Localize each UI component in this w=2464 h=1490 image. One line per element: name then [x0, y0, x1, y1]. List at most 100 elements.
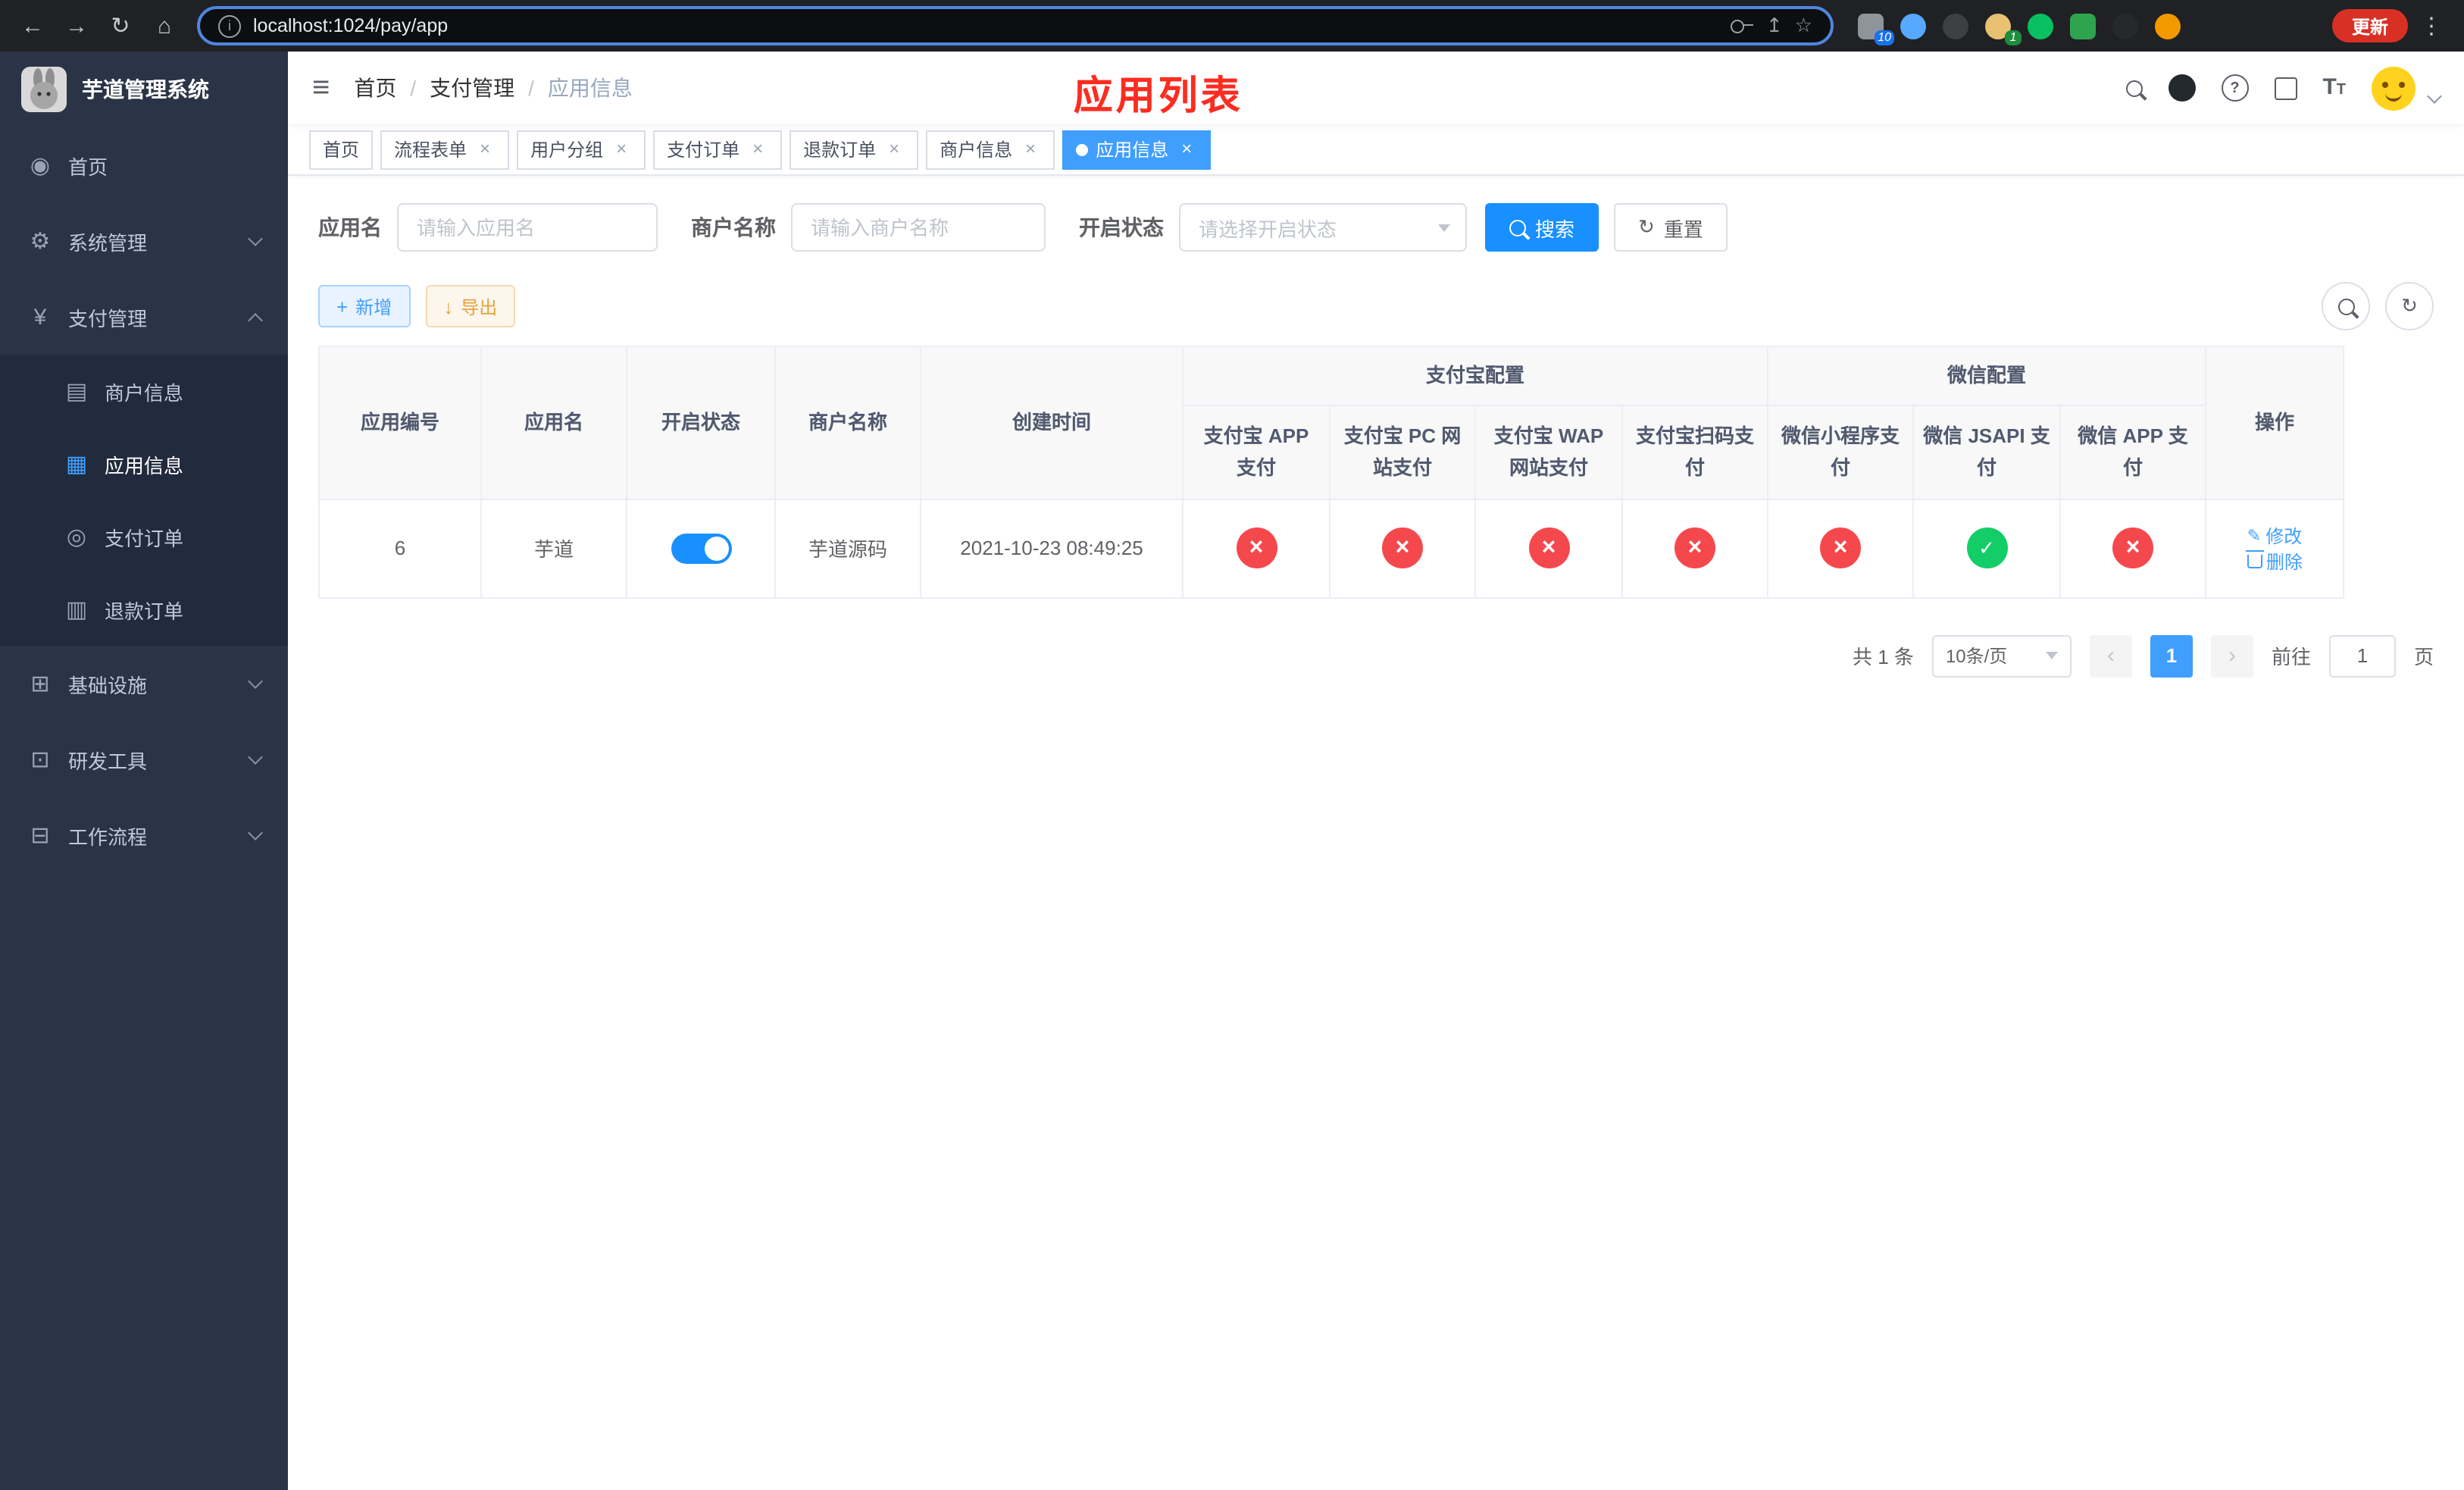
share-icon[interactable]: ↥	[1766, 14, 1783, 38]
extensions-area: 10 1	[1858, 13, 2181, 45]
reset-button-label: 重置	[1663, 218, 1703, 240]
page-size-select[interactable]: 10条/页	[1931, 634, 2072, 678]
cell-alipay-wap	[1474, 498, 1623, 599]
sidebar-item-pay-order[interactable]: ◎ 支付订单	[0, 500, 288, 573]
fullscreen-icon[interactable]	[2274, 77, 2297, 99]
delete-button[interactable]: 删除	[2245, 549, 2303, 574]
group-header-alipay: 支付宝配置	[1181, 346, 1769, 406]
sidebar-item-refund-order[interactable]: ▥ 退款订单	[0, 573, 288, 646]
refresh-icon: ↻	[1638, 215, 1655, 238]
sidebar-menu: ◉ 首页 ⚙ 系统管理 ¥ 支付管理 ▤ 商户信息 ▦ 应用信息 ◎ 支付订单 …	[0, 127, 288, 873]
back-icon[interactable]: ←	[12, 5, 53, 46]
sidebar-item-infra[interactable]: ⊞ 基础设施	[0, 646, 288, 722]
sidebar-item-merchant-info[interactable]: ▤ 商户信息	[0, 355, 288, 427]
github-icon[interactable]	[2168, 74, 2196, 102]
font-size-icon[interactable]: TT	[2322, 74, 2346, 102]
sidebar: 芋道管理系统 ◉ 首页 ⚙ 系统管理 ¥ 支付管理 ▤ 商户信息 ▦ 应用信息 …	[0, 52, 288, 1490]
edit-label: 修改	[2265, 525, 2303, 547]
search-button[interactable]: 搜索	[1485, 203, 1599, 252]
main-area: ≡ 首页 / 支付管理 / 应用信息 应用列表 ? TT 首页 流程表单 × 用…	[288, 52, 2464, 1490]
status-select[interactable]: 请选择开启状态	[1179, 203, 1467, 252]
chevron-down-icon	[248, 825, 263, 840]
url-bar[interactable]: i localhost:1024/pay/app ↥ ☆	[197, 6, 1834, 45]
sidebar-item-dev-tools[interactable]: ⊡ 研发工具	[0, 722, 288, 797]
hamburger-icon[interactable]: ≡	[312, 70, 330, 105]
tab-refund-order[interactable]: 退款订单 ×	[790, 130, 919, 169]
cell-wx-mini	[1767, 498, 1915, 599]
help-icon[interactable]: ?	[2221, 74, 2249, 102]
breadcrumb-home[interactable]: 首页	[354, 73, 396, 103]
grid-icon: ▦	[65, 452, 88, 477]
wx-app-status-icon	[2112, 527, 2154, 569]
tabs-bar: 首页 流程表单 × 用户分组 × 支付订单 × 退款订单 × 商户信息 × 应用信息 ×	[288, 124, 2464, 176]
tab-home[interactable]: 首页	[309, 130, 374, 169]
tab-app-info[interactable]: 应用信息 ×	[1062, 130, 1212, 169]
extension-icon-face[interactable]	[2155, 13, 2181, 39]
tab-close-icon[interactable]: ×	[474, 138, 496, 160]
forward-icon[interactable]: →	[56, 5, 97, 46]
tab-close-icon[interactable]: ×	[747, 138, 768, 160]
tab-close-icon[interactable]: ×	[883, 138, 905, 160]
sidebar-item-app-info[interactable]: ▦ 应用信息	[0, 427, 288, 500]
current-page-button[interactable]: 1	[2150, 634, 2193, 678]
refresh-table-button[interactable]: ↻	[2385, 282, 2434, 330]
edit-button[interactable]: ✎ 修改	[2247, 523, 2302, 549]
pagination: 共 1 条 10条/页 ‹ 1 › 前往 页	[318, 634, 2434, 678]
chevron-down-icon	[1438, 224, 1450, 231]
breadcrumb-separator: /	[528, 76, 534, 100]
toggle-search-button[interactable]	[2322, 282, 2370, 330]
filter-form: 应用名 商户名称 开启状态 请选择开启状态 搜索 ↻ 重置	[318, 203, 2434, 252]
tab-user-group[interactable]: 用户分组 ×	[517, 130, 646, 169]
sidebar-item-system[interactable]: ⚙ 系统管理	[0, 203, 288, 279]
extension-icon-chess[interactable]	[2112, 13, 2138, 39]
tab-pay-order[interactable]: 支付订单 ×	[653, 130, 783, 169]
next-page-button[interactable]: ›	[2210, 634, 2253, 678]
browser-toolbar: ← → ↻ ⌂ i localhost:1024/pay/app ↥ ☆ 10 …	[0, 0, 2464, 52]
tab-close-icon[interactable]: ×	[1176, 138, 1197, 160]
extension-icon-dark[interactable]	[1943, 13, 1968, 39]
status-toggle[interactable]	[671, 533, 731, 564]
password-key-icon[interactable]	[1731, 19, 1754, 33]
reload-icon[interactable]: ↻	[100, 5, 141, 46]
extension-icon-grid[interactable]: 10	[1858, 13, 1894, 45]
sidebar-item-home[interactable]: ◉ 首页	[0, 127, 288, 203]
bookmark-star-icon[interactable]: ☆	[1795, 14, 1812, 38]
user-avatar[interactable]	[2372, 66, 2416, 110]
infra-icon: ⊞	[30, 671, 50, 697]
search-icon[interactable]	[2125, 80, 2143, 96]
sidebar-item-label: 退款订单	[105, 599, 184, 622]
sidebar-item-workflow[interactable]: ⊟ 工作流程	[0, 797, 288, 873]
navbar-actions: ? TT	[2125, 66, 2442, 110]
alipay-pc-status-icon	[1382, 527, 1423, 569]
extension-icon-avatar[interactable]: 1	[1985, 13, 2022, 45]
breadcrumb: 首页 / 支付管理 / 应用信息	[354, 73, 633, 103]
prev-page-button[interactable]: ‹	[2089, 634, 2132, 678]
site-info-icon[interactable]: i	[218, 14, 241, 37]
tab-close-icon[interactable]: ×	[1020, 138, 1041, 160]
col-header-wx-jsapi: 微信 JSAPI 支付	[1912, 405, 2062, 500]
home-icon[interactable]: ⌂	[144, 5, 185, 46]
sidebar-item-label: 支付管理	[68, 307, 148, 330]
tab-process-form[interactable]: 流程表单 ×	[380, 130, 510, 169]
goto-page-input[interactable]	[2328, 634, 2396, 678]
sidebar-item-pay[interactable]: ¥ 支付管理	[0, 279, 288, 355]
add-button[interactable]: + 新增	[318, 285, 411, 327]
browser-menu-icon[interactable]: ⋮	[2411, 5, 2452, 46]
browser-update-button[interactable]: 更新	[2331, 9, 2408, 42]
reset-button[interactable]: ↻ 重置	[1614, 203, 1728, 252]
tab-close-icon[interactable]: ×	[611, 138, 632, 160]
tab-merchant-info[interactable]: 商户信息 ×	[926, 130, 1055, 169]
app-name-input[interactable]	[397, 203, 658, 252]
breadcrumb-pay[interactable]: 支付管理	[430, 73, 514, 103]
tool-icon: ⊡	[30, 747, 50, 773]
export-button[interactable]: ↓ 导出	[425, 285, 516, 327]
chevron-down-icon	[2045, 652, 2058, 660]
avatar-caret-icon[interactable]	[2427, 88, 2442, 103]
merchant-name-input[interactable]	[791, 203, 1046, 252]
extension-icon-wechat-devtools[interactable]	[2028, 13, 2053, 39]
col-header-alipay-pc: 支付宝 PC 网站支付	[1329, 405, 1476, 500]
extension-icon-green-square[interactable]	[2070, 13, 2096, 39]
cell-alipay-pc	[1329, 498, 1476, 599]
extension-icon-drop[interactable]	[1900, 13, 1926, 39]
cell-merchant: 芋道源码	[774, 498, 921, 599]
